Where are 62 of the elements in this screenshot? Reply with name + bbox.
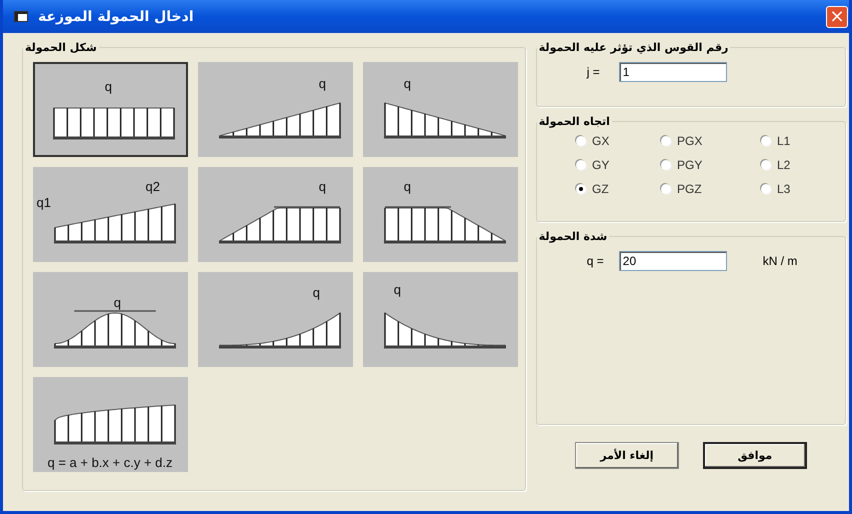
- group-title: رقم القوس الذي تؤثر عليه الحمولة: [538, 41, 730, 54]
- direction-radio[interactable]: PGX: [661, 134, 761, 148]
- close-button[interactable]: ×: [826, 6, 848, 28]
- load-label: q: [404, 76, 411, 91]
- direction-radio[interactable]: L3: [761, 182, 841, 196]
- load-shape-button[interactable]: q: [198, 167, 353, 262]
- radio-icon[interactable]: [576, 136, 586, 146]
- radio-label: PGX: [677, 134, 702, 148]
- dialog-button[interactable]: إلغاء الأمر: [574, 442, 679, 469]
- load-shape-button[interactable]: q: [363, 62, 518, 157]
- load-label: q: [318, 76, 326, 91]
- load-shape-button[interactable]: q: [363, 167, 518, 262]
- radio-label: L1: [777, 134, 790, 148]
- direction-radio[interactable]: PGY: [661, 158, 761, 172]
- load-label: q: [404, 179, 411, 194]
- radio-label: L2: [777, 158, 790, 172]
- radio-icon[interactable]: [576, 160, 586, 170]
- load-shape-button[interactable]: q: [363, 272, 518, 367]
- unit-label: kN / m: [762, 254, 798, 268]
- radio-icon[interactable]: [661, 184, 671, 194]
- load-shape-button[interactable]: q: [198, 62, 353, 157]
- direction-radio[interactable]: GY: [576, 158, 661, 172]
- radio-icon[interactable]: [661, 136, 671, 146]
- radio-label: GZ: [592, 182, 609, 196]
- radio-icon[interactable]: [761, 184, 771, 194]
- load-shape-button[interactable]: q = a + b.x + c.y + d.z: [33, 377, 188, 472]
- load-label: q = a + b.x + c.y + d.z: [47, 455, 173, 470]
- load-label: q: [104, 79, 112, 94]
- load-label: q2: [146, 179, 160, 194]
- radio-label: GY: [592, 158, 610, 172]
- radio-label: PGZ: [677, 182, 702, 196]
- load-shape-button[interactable]: q: [198, 272, 353, 367]
- radio-icon[interactable]: [761, 160, 771, 170]
- radio-icon[interactable]: [576, 184, 586, 194]
- load-label: q: [318, 179, 326, 194]
- direction-radio[interactable]: L2: [761, 158, 841, 172]
- direction-radio[interactable]: L1: [761, 134, 841, 148]
- group-title: شكل الحمولة: [24, 41, 98, 54]
- load-label: q1: [36, 195, 51, 210]
- window-icon: [14, 11, 28, 22]
- load-label: q: [312, 285, 320, 300]
- load-label: q: [394, 282, 401, 297]
- direction-radio[interactable]: PGZ: [661, 182, 761, 196]
- arc-number-field[interactable]: 1: [618, 62, 727, 82]
- dialog-button[interactable]: موافق: [702, 442, 807, 469]
- load-shape-button[interactable]: q1 q2: [33, 167, 188, 262]
- radio-icon[interactable]: [761, 136, 771, 146]
- radio-label: L3: [777, 182, 790, 196]
- direction-radio[interactable]: GX: [576, 134, 661, 148]
- radio-label: PGY: [677, 158, 702, 172]
- direction-radio[interactable]: GZ: [576, 182, 661, 196]
- radio-icon[interactable]: [661, 160, 671, 170]
- group-title: اتجاه الحمولة: [538, 115, 611, 128]
- intensity-field[interactable]: 20: [618, 251, 727, 271]
- load-shape-button[interactable]: q: [33, 272, 188, 367]
- window-title: ادخال الحمولة الموزعة: [38, 8, 195, 24]
- field-label: j =: [586, 65, 601, 79]
- radio-label: GX: [592, 134, 610, 148]
- load-label: q: [114, 295, 121, 310]
- load-shape-button[interactable]: q: [33, 62, 188, 157]
- field-label: q =: [586, 254, 605, 268]
- group-title: شدة الحمولة: [538, 230, 608, 243]
